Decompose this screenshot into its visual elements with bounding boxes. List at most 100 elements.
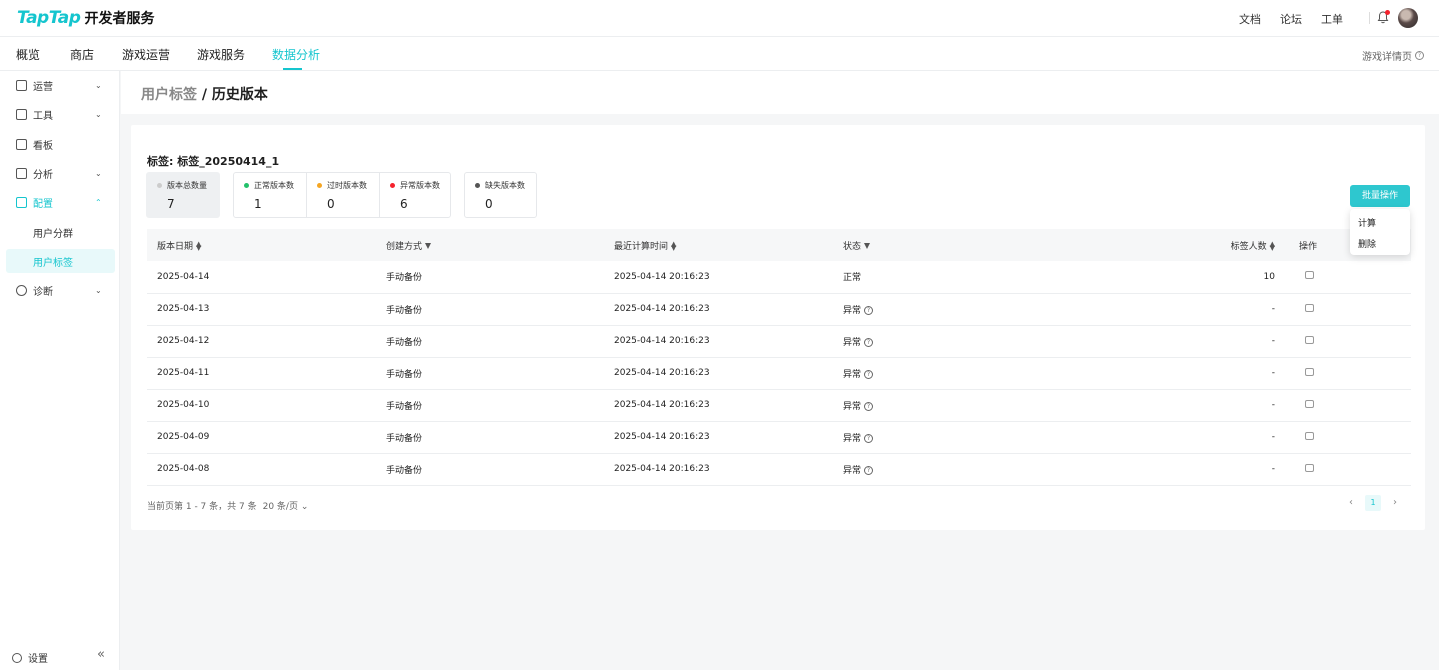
bar-chart-icon	[16, 79, 27, 91]
avatar[interactable]	[1398, 8, 1418, 28]
tag-title: 标签: 标签_20250414_1	[147, 155, 280, 168]
menu-item-calculate[interactable]: 计算	[1358, 216, 1376, 229]
sidebar-item-label: 配置	[33, 198, 53, 210]
status-text: 异常	[843, 369, 862, 380]
cell-create-method: 手动备份	[376, 421, 604, 454]
stat-value: 1	[254, 197, 262, 211]
page-number[interactable]: 1	[1365, 495, 1381, 511]
pagination-range: 当前页第 1 - 7 条，共 7 条	[147, 502, 257, 512]
breadcrumb: 用户标签 / 历史版本	[141, 84, 268, 104]
cell-last-calc-time: 2025-04-14 20:16:23	[604, 293, 833, 326]
cell-last-calc-time: 2025-04-14 20:16:23	[604, 261, 833, 294]
cell-tag-user-count: -	[1061, 293, 1289, 326]
help-icon[interactable]: ?	[864, 465, 874, 475]
cell-create-method: 手动备份	[376, 357, 604, 390]
tab-store[interactable]: 商店	[70, 46, 94, 63]
help-icon[interactable]: ?	[864, 369, 874, 379]
sort-icon[interactable]: ▲ ▼	[671, 241, 676, 252]
tab-game-operation[interactable]: 游戏运营	[122, 46, 170, 63]
status-text: 异常	[843, 465, 862, 476]
stat-label: 缺失版本数	[485, 181, 525, 190]
taptap-logo[interactable]: TapTap 开发者服务	[17, 8, 154, 28]
cell-create-method: 手动备份	[376, 261, 604, 294]
prev-page-icon[interactable]: ‹	[1343, 495, 1359, 511]
sidebar-item-user-tag[interactable]: 用户标签	[6, 249, 115, 273]
sort-icon[interactable]: ▲ ▼	[1270, 241, 1275, 252]
status-text: 异常	[843, 401, 862, 412]
cell-version-date: 2025-04-13	[147, 293, 376, 326]
sidebar-item-analysis[interactable]: 分析 ⌄	[0, 161, 120, 185]
cell-actions	[1289, 453, 1411, 486]
forum-link[interactable]: 论坛	[1280, 11, 1302, 27]
sidebar-item-board[interactable]: 看板	[0, 132, 120, 156]
next-page-icon[interactable]: ›	[1387, 495, 1403, 511]
view-icon[interactable]	[1305, 271, 1314, 280]
search-icon	[16, 284, 27, 296]
breadcrumb-separator: /	[197, 87, 212, 103]
sidebar-item-config[interactable]: 配置 ⌃	[0, 190, 120, 214]
docs-link[interactable]: 文档	[1239, 11, 1261, 27]
cell-version-date: 2025-04-09	[147, 421, 376, 454]
batch-operation-menu: 计算 删除	[1350, 209, 1410, 255]
view-icon[interactable]	[1305, 367, 1314, 376]
breadcrumb-current: 历史版本	[211, 87, 268, 103]
cell-status: 异常?	[833, 293, 1061, 326]
collapse-sidebar-icon[interactable]: «	[97, 647, 105, 662]
help-icon[interactable]: ?	[864, 305, 874, 315]
view-icon[interactable]	[1305, 431, 1314, 440]
column-tag-user-count[interactable]: 标签人数 ▲ ▼	[1061, 229, 1289, 261]
game-detail-link[interactable]: 游戏详情页 ?	[1362, 48, 1424, 63]
ticket-link[interactable]: 工单	[1321, 11, 1343, 27]
table-row: 2025-04-09 手动备份 2025-04-14 20:16:23 异常? -	[147, 421, 1411, 454]
view-icon[interactable]	[1305, 399, 1314, 408]
column-last-calc-time[interactable]: 最近计算时间 ▲ ▼	[604, 229, 833, 261]
version-history-card: 标签: 标签_20250414_1 版本总数量 7 正常版本数 1 过时版本数 …	[131, 125, 1425, 530]
menu-item-delete[interactable]: 删除	[1358, 237, 1376, 250]
view-icon[interactable]	[1305, 303, 1314, 312]
status-text: 正常	[843, 273, 862, 284]
cell-actions	[1289, 325, 1411, 358]
table-row: 2025-04-14 手动备份 2025-04-14 20:16:23 正常 10	[147, 261, 1411, 294]
top-bar: TapTap 开发者服务 文档 论坛 工单	[0, 0, 1439, 37]
column-status[interactable]: 状态	[833, 229, 1061, 261]
column-version-date[interactable]: 版本日期 ▲ ▼	[147, 229, 376, 261]
stat-label: 异常版本数	[400, 181, 440, 190]
sidebar-item-operation[interactable]: 运营 ⌄	[0, 73, 120, 97]
sort-icon[interactable]: ▲ ▼	[196, 241, 201, 252]
cell-tag-user-count: -	[1061, 357, 1289, 390]
cell-status: 正常	[833, 261, 1061, 294]
column-create-method[interactable]: 创建方式	[376, 229, 604, 261]
chevron-down-icon: ⌄	[95, 285, 102, 295]
cell-version-date: 2025-04-12	[147, 325, 376, 358]
sidebar-item-tools[interactable]: 工具 ⌄	[0, 102, 120, 126]
filter-icon[interactable]	[864, 243, 871, 249]
cell-status: 异常?	[833, 453, 1061, 486]
settings-button[interactable]: 设置	[12, 650, 48, 665]
tab-game-service[interactable]: 游戏服务	[197, 46, 245, 63]
cell-tag-user-count[interactable]: 10	[1061, 261, 1289, 294]
game-detail-label: 游戏详情页	[1362, 52, 1412, 63]
cell-last-calc-time: 2025-04-14 20:16:23	[604, 421, 833, 454]
view-icon[interactable]	[1305, 463, 1314, 472]
cell-status: 异常?	[833, 389, 1061, 422]
help-icon[interactable]: ?	[864, 433, 874, 443]
cell-last-calc-time: 2025-04-14 20:16:23	[604, 453, 833, 486]
tab-overview[interactable]: 概览	[16, 46, 40, 63]
sidebar-item-label: 运营	[33, 81, 53, 93]
cell-actions	[1289, 261, 1411, 294]
cell-last-calc-time: 2025-04-14 20:16:23	[604, 357, 833, 390]
help-icon[interactable]: ?	[864, 401, 874, 411]
table-row: 2025-04-10 手动备份 2025-04-14 20:16:23 异常? -	[147, 389, 1411, 422]
sidebar-item-diagnosis[interactable]: 诊断 ⌄	[0, 278, 120, 302]
sidebar-item-user-segment[interactable]: 用户分群	[6, 220, 115, 244]
page-size-select[interactable]: 20 条/页 ⌄	[263, 499, 309, 512]
view-icon[interactable]	[1305, 335, 1314, 344]
tab-data-analysis[interactable]: 数据分析	[272, 46, 320, 63]
stat-expired: 过时版本数 0	[307, 173, 380, 217]
breadcrumb-parent[interactable]: 用户标签	[141, 87, 197, 103]
help-icon[interactable]: ?	[864, 337, 874, 347]
batch-operation-button[interactable]: 批量操作	[1350, 185, 1410, 207]
sidebar-item-label: 诊断	[33, 286, 53, 298]
filter-icon[interactable]	[425, 243, 432, 249]
cell-create-method: 手动备份	[376, 325, 604, 358]
